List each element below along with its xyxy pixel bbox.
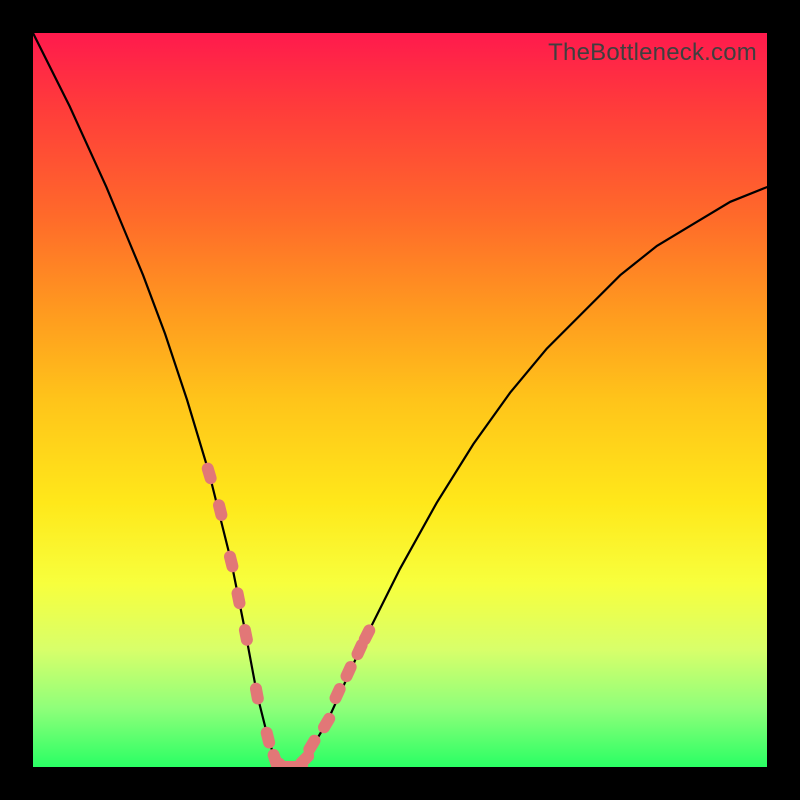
highlight-marker [230, 586, 246, 610]
plot-area: TheBottleneck.com [33, 33, 767, 767]
chart-stage: TheBottleneck.com [0, 0, 800, 800]
highlight-marker [223, 549, 240, 573]
chart-overlay [33, 33, 767, 767]
bottleneck-curve-path [33, 33, 767, 767]
highlight-marker [259, 725, 276, 749]
curve-line [33, 33, 767, 767]
highlight-marker [249, 682, 265, 706]
highlight-marker [339, 659, 359, 684]
highlight-marker [200, 461, 218, 486]
highlight-markers [200, 461, 377, 767]
highlight-marker [238, 623, 254, 647]
highlight-marker [316, 710, 338, 735]
highlight-marker [212, 498, 229, 522]
